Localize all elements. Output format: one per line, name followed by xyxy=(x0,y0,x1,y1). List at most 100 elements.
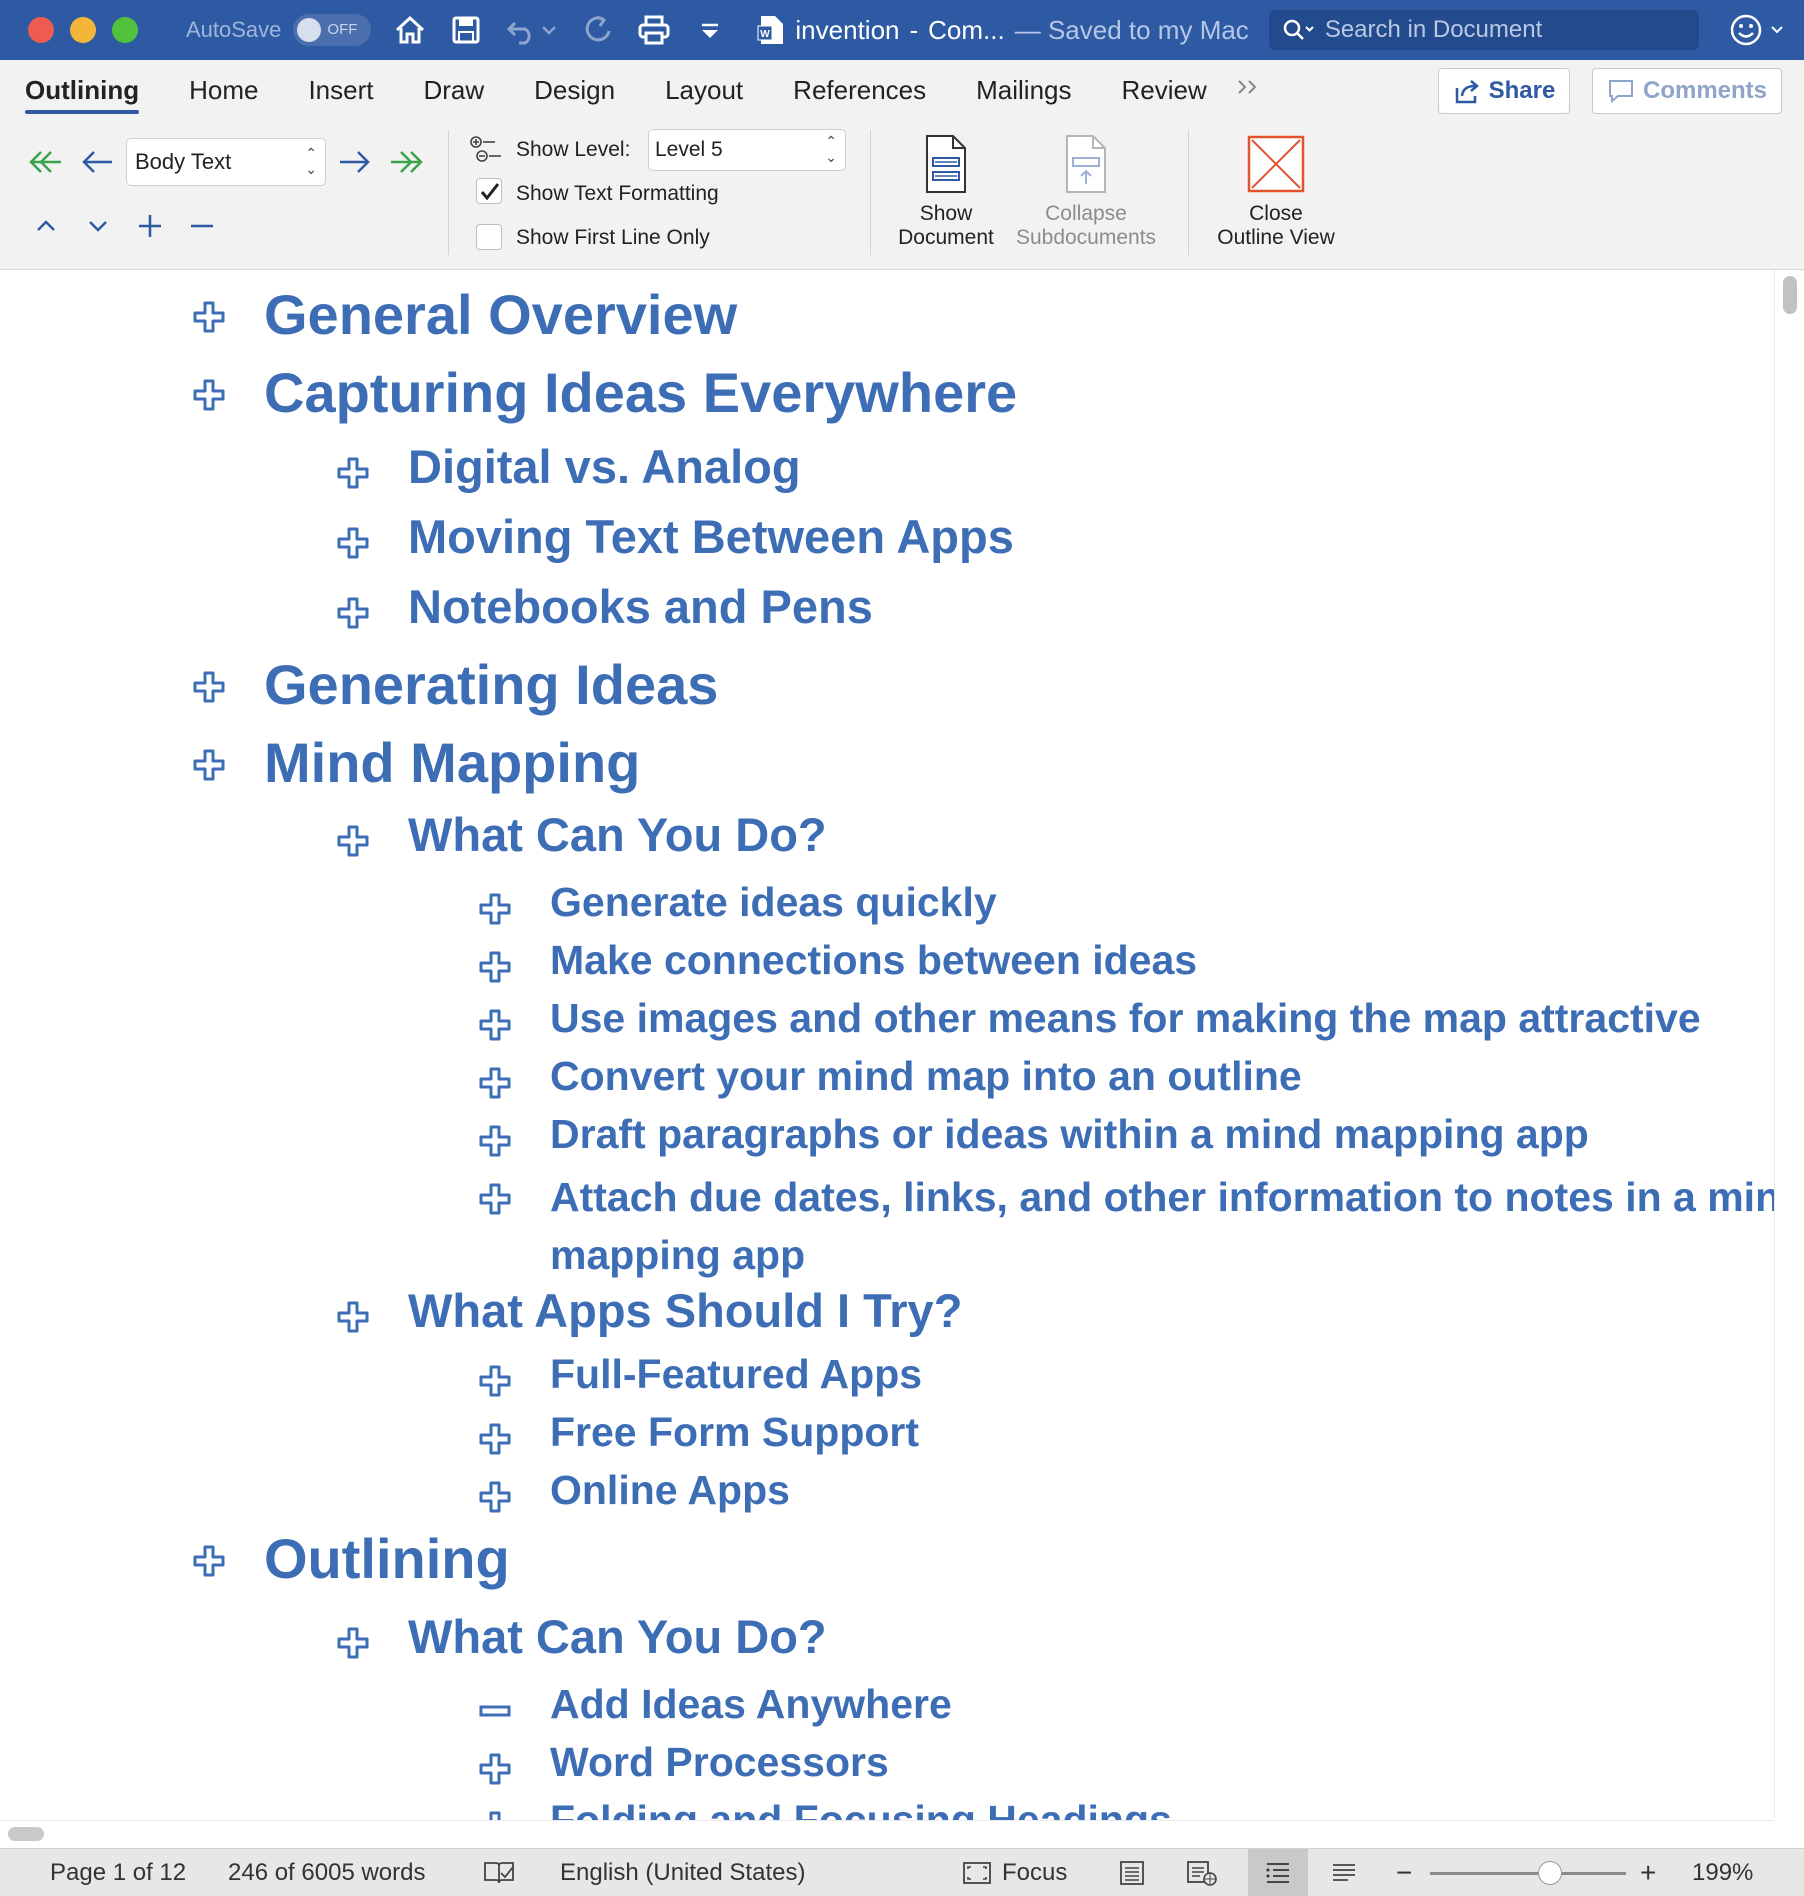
expand-plus-icon[interactable] xyxy=(192,670,226,704)
show-text-formatting-checkbox[interactable] xyxy=(476,178,502,204)
tab-insert[interactable]: Insert xyxy=(283,60,398,120)
word-count[interactable]: 246 of 6005 words xyxy=(228,1849,425,1896)
page-count[interactable]: Page 1 of 12 xyxy=(50,1849,186,1896)
expand-plus-icon[interactable] xyxy=(336,526,370,560)
customize-toolbar-icon[interactable] xyxy=(693,13,727,47)
expand-plus-icon[interactable] xyxy=(478,1182,512,1216)
outline-heading-text[interactable]: Convert your mind map into an outline xyxy=(550,1052,1302,1100)
expand-plus-icon[interactable] xyxy=(478,1810,512,1820)
search-box[interactable] xyxy=(1268,10,1699,50)
expand-plus-icon[interactable] xyxy=(478,950,512,984)
collapse-icon[interactable] xyxy=(184,208,220,244)
expand-plus-icon[interactable] xyxy=(192,378,226,412)
outline-heading-text[interactable]: Outlining xyxy=(264,1528,510,1590)
zoom-slider-track[interactable] xyxy=(1430,1872,1626,1875)
outline-heading-text[interactable]: Add Ideas Anywhere xyxy=(550,1680,952,1728)
outline-heading-text[interactable]: Free Form Support xyxy=(550,1408,919,1456)
vertical-scrollbar[interactable] xyxy=(1774,270,1804,1820)
expand-plus-icon[interactable] xyxy=(478,1364,512,1398)
feedback-button[interactable] xyxy=(1729,13,1785,47)
horizontal-scroll-thumb[interactable] xyxy=(8,1827,44,1841)
outline-heading-text[interactable]: Folding and Focusing Headings xyxy=(550,1796,1172,1820)
expand-plus-icon[interactable] xyxy=(478,1480,512,1514)
web-layout-icon[interactable] xyxy=(1186,1849,1218,1896)
expand-plus-icon[interactable] xyxy=(478,1008,512,1042)
close-outline-view-button[interactable]: Close Outline View xyxy=(1200,134,1352,250)
outline-heading-text[interactable]: Attach due dates, links, and other infor… xyxy=(550,1168,1774,1284)
undo-dropdown-icon[interactable] xyxy=(539,13,559,47)
tab-outlining[interactable]: Outlining xyxy=(0,60,164,120)
outline-heading-text[interactable]: Notebooks and Pens xyxy=(408,580,873,634)
print-icon[interactable] xyxy=(637,13,671,47)
outline-heading-text[interactable]: Use images and other means for making th… xyxy=(550,994,1701,1042)
expand-plus-icon[interactable] xyxy=(478,892,512,926)
outline-heading-text[interactable]: Generate ideas quickly xyxy=(550,878,997,926)
language[interactable]: English (United States) xyxy=(560,1849,805,1896)
collapse-minus-icon[interactable] xyxy=(478,1694,512,1728)
outline-heading-text[interactable]: Word Processors xyxy=(550,1738,889,1786)
expand-plus-icon[interactable] xyxy=(336,596,370,630)
show-document-button[interactable]: Show Document xyxy=(886,134,1006,250)
minimize-window-button[interactable] xyxy=(70,17,96,43)
undo-icon[interactable] xyxy=(505,13,539,47)
expand-plus-icon[interactable] xyxy=(478,1066,512,1100)
tab-design[interactable]: Design xyxy=(509,60,640,120)
print-layout-icon[interactable] xyxy=(1118,1849,1146,1896)
expand-plus-icon[interactable] xyxy=(192,300,226,334)
autosave-toggle[interactable]: OFF xyxy=(293,14,372,46)
move-up-icon[interactable] xyxy=(28,208,64,244)
close-window-button[interactable] xyxy=(28,17,54,43)
focus-button[interactable]: Focus xyxy=(962,1849,1067,1896)
horizontal-scrollbar[interactable] xyxy=(0,1820,1774,1848)
more-tabs-icon[interactable] xyxy=(1236,76,1262,104)
outline-heading-text[interactable]: Capturing Ideas Everywhere xyxy=(264,362,1017,424)
outline-heading-text[interactable]: Mind Mapping xyxy=(264,732,640,794)
home-icon[interactable] xyxy=(393,13,427,47)
outline-heading-text[interactable]: Draft paragraphs or ideas within a mind … xyxy=(550,1110,1589,1158)
expand-plus-icon[interactable] xyxy=(478,1124,512,1158)
show-level-select[interactable]: Level 5 ⌃ ⌄ xyxy=(648,129,846,171)
draft-view-icon[interactable] xyxy=(1330,1849,1358,1896)
outline-heading-text[interactable]: Digital vs. Analog xyxy=(408,440,801,494)
outline-heading-text[interactable]: Full-Featured Apps xyxy=(550,1350,922,1398)
share-button[interactable]: Share xyxy=(1438,68,1570,114)
collapse-subdocuments-button[interactable]: Collapse Subdocuments xyxy=(1006,134,1166,250)
promote-icon[interactable] xyxy=(78,142,118,182)
zoom-slider-thumb[interactable] xyxy=(1538,1861,1562,1885)
expand-plus-icon[interactable] xyxy=(478,1422,512,1456)
vertical-scroll-thumb[interactable] xyxy=(1783,276,1797,314)
outline-document[interactable]: General Overview Capturing Ideas Everywhe… xyxy=(0,270,1774,1820)
outline-heading-text[interactable]: Online Apps xyxy=(550,1466,790,1514)
promote-to-heading-1-icon[interactable] xyxy=(26,142,66,182)
zoom-level[interactable]: 199% xyxy=(1692,1849,1753,1896)
zoom-out-icon[interactable]: − xyxy=(1396,1849,1412,1896)
tab-draw[interactable]: Draw xyxy=(398,60,509,120)
expand-plus-icon[interactable] xyxy=(336,1626,370,1660)
move-down-icon[interactable] xyxy=(80,208,116,244)
tab-home[interactable]: Home xyxy=(164,60,283,120)
tab-mailings[interactable]: Mailings xyxy=(951,60,1096,120)
proofing-icon[interactable] xyxy=(482,1849,516,1896)
expand-plus-icon[interactable] xyxy=(336,456,370,490)
expand-plus-icon[interactable] xyxy=(478,1752,512,1786)
demote-to-body-text-icon[interactable] xyxy=(384,142,428,182)
comments-button[interactable]: Comments xyxy=(1592,68,1782,114)
demote-icon[interactable] xyxy=(334,142,374,182)
expand-plus-icon[interactable] xyxy=(192,1544,226,1578)
outline-heading-text[interactable]: Make connections between ideas xyxy=(550,936,1197,984)
outline-level-select[interactable]: Body Text ⌃ ⌄ xyxy=(126,138,326,186)
show-first-line-only-checkbox[interactable] xyxy=(476,224,502,250)
maximize-window-button[interactable] xyxy=(112,17,138,43)
outline-heading-text[interactable]: What Can You Do? xyxy=(408,808,827,862)
expand-plus-icon[interactable] xyxy=(336,824,370,858)
expand-icon[interactable] xyxy=(132,208,168,244)
save-icon[interactable] xyxy=(449,13,483,47)
zoom-in-icon[interactable]: + xyxy=(1640,1849,1656,1896)
expand-plus-icon[interactable] xyxy=(192,748,226,782)
tab-review[interactable]: Review xyxy=(1097,60,1232,120)
outline-heading-text[interactable]: Generating Ideas xyxy=(264,654,718,716)
redo-icon[interactable] xyxy=(581,13,615,47)
expand-plus-icon[interactable] xyxy=(336,1300,370,1334)
outline-heading-text[interactable]: General Overview xyxy=(264,284,737,346)
outline-view-icon[interactable] xyxy=(1248,1849,1308,1896)
